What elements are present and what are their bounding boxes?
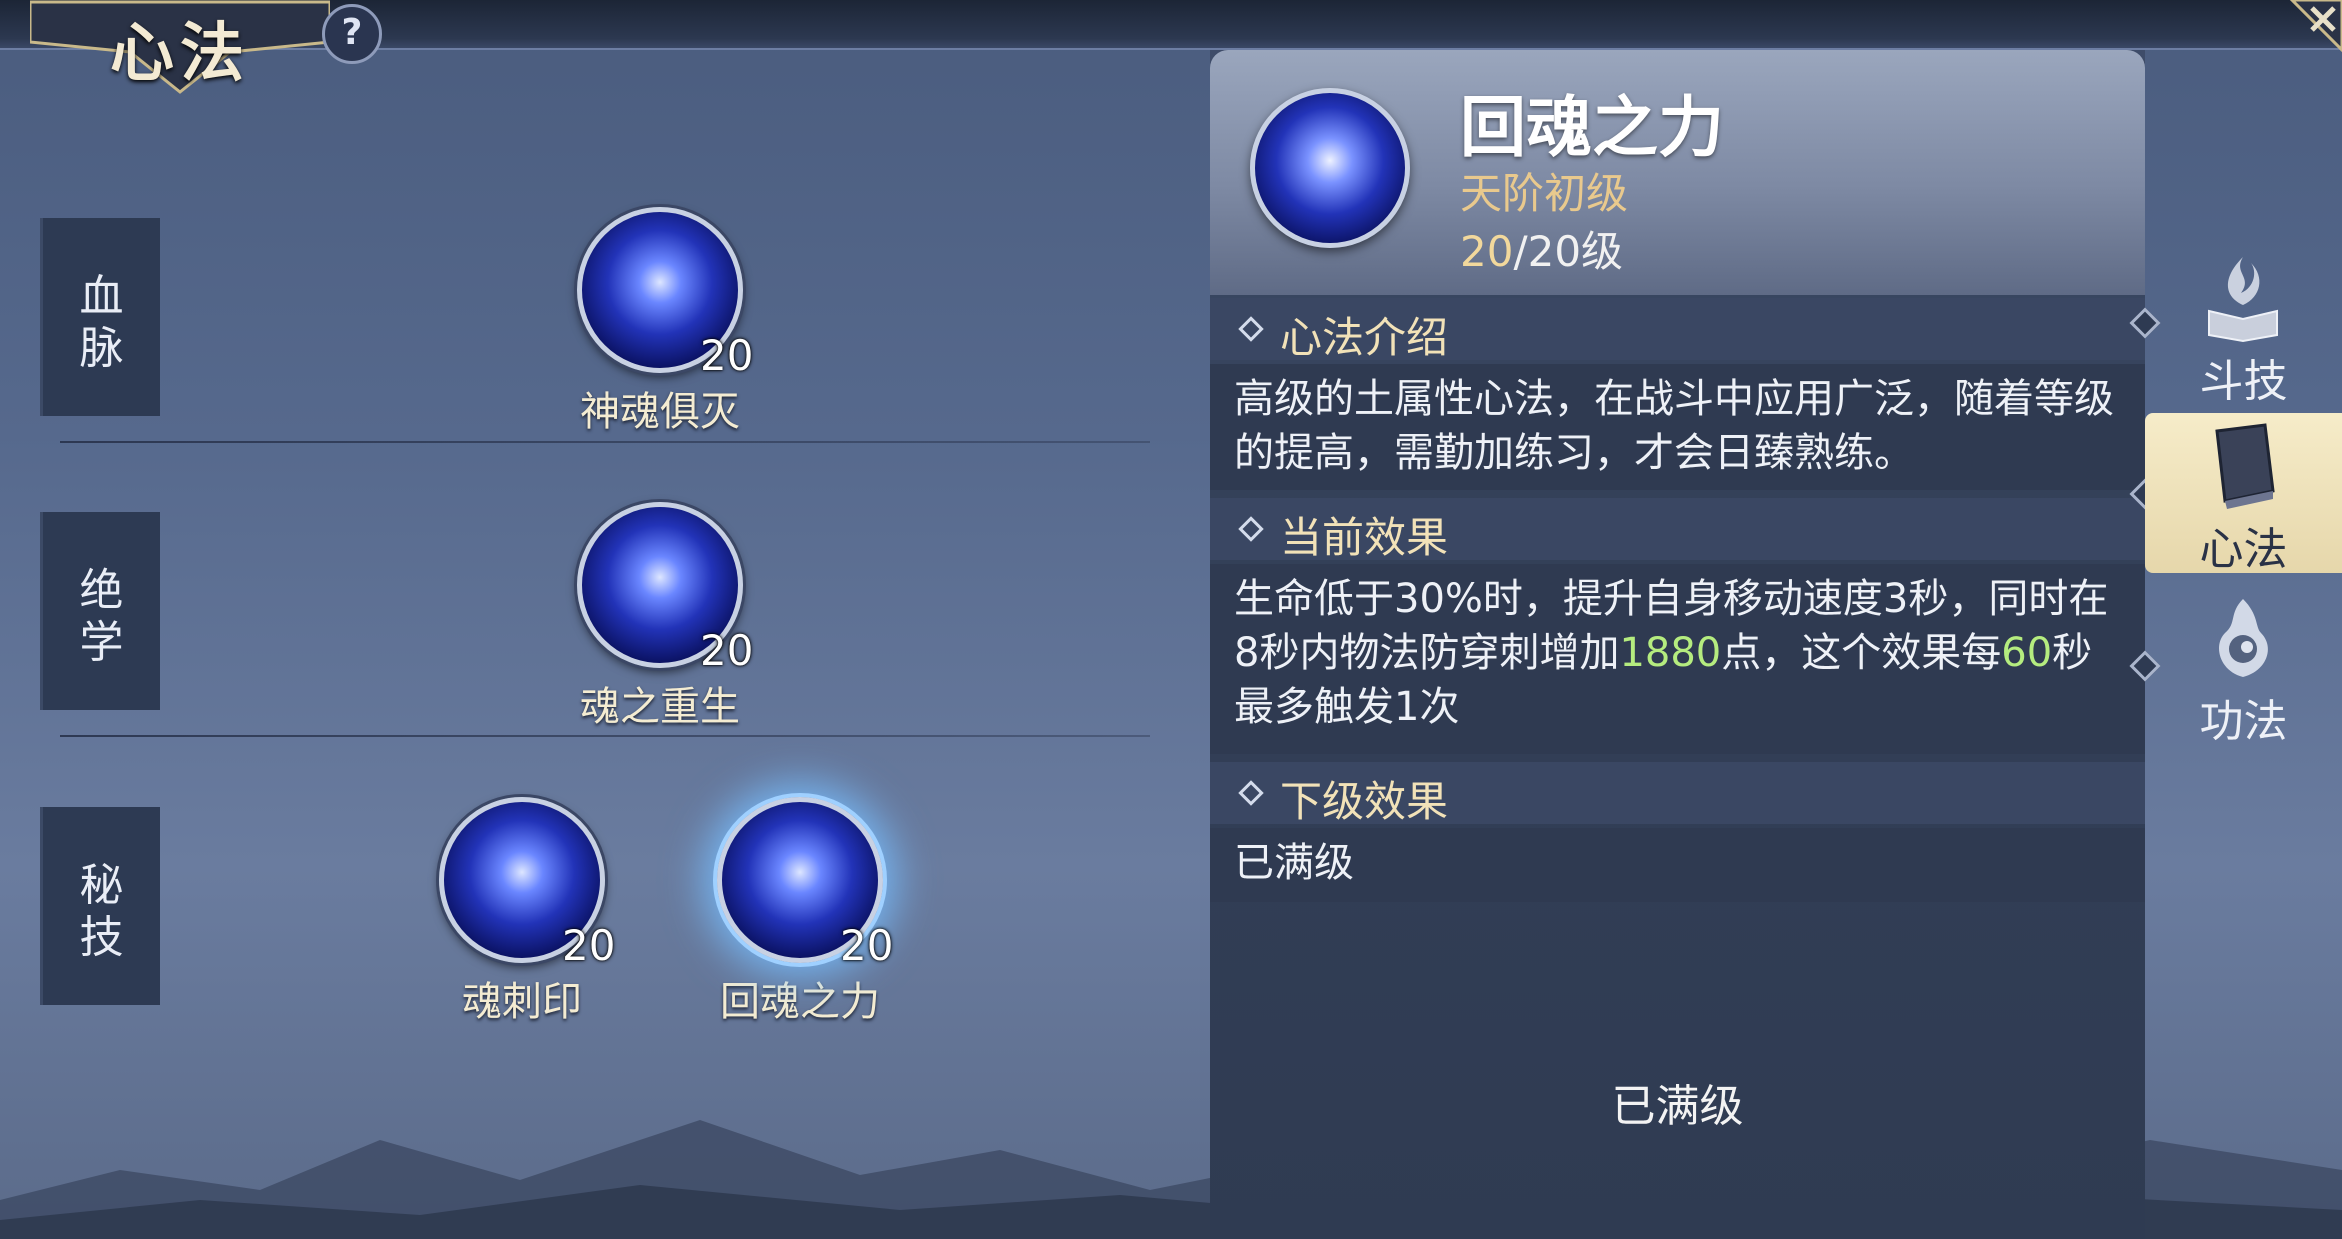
skill-level: 20 xyxy=(700,626,754,675)
book-icon xyxy=(2215,423,2275,509)
row-divider xyxy=(60,441,1150,443)
skill-level: 20 xyxy=(840,921,894,970)
detail-header: 回魂之力 天阶初级 20/20级 xyxy=(1210,50,2145,295)
skill-hun-zhi-chongsheng[interactable]: 20 魂之重生 xyxy=(520,502,800,732)
skill-name: 魂刺印 xyxy=(462,979,582,1025)
page-title: 心法 xyxy=(110,16,250,91)
tab-gongfa[interactable]: 功法 xyxy=(2145,585,2342,747)
row-label-ultimate: 绝 学 xyxy=(40,512,160,710)
diamond-icon xyxy=(1238,516,1264,542)
skill-detail-panel: 回魂之力 天阶初级 20/20级 心法介绍 高级的土属性心法，在战斗中应用广泛，… xyxy=(1210,50,2145,1239)
row-label-secret: 秘 技 xyxy=(40,807,160,1005)
section-heading-next-effect: 下级效果 xyxy=(1210,762,2145,826)
detail-grade: 天阶初级 xyxy=(1460,169,1629,218)
skill-name: 回魂之力 xyxy=(720,979,880,1025)
detail-title: 回魂之力 xyxy=(1460,88,1724,166)
section-body-current-effect: 生命低于30%时，提升自身移动速度3秒，同时在8秒内物法防穿刺增加1880点，这… xyxy=(1210,564,2145,754)
close-icon[interactable] xyxy=(2272,0,2342,70)
max-level-status: 已满级 xyxy=(1611,1081,1744,1132)
skill-hun-ci-yin[interactable]: 20 魂刺印 xyxy=(382,797,662,1027)
skill-level: 20 xyxy=(700,331,754,380)
skill-huihun-zhili[interactable]: 20 回魂之力 xyxy=(660,797,940,1027)
diamond-icon xyxy=(1238,780,1264,806)
row-label-bloodline: 血 脉 xyxy=(40,218,160,416)
row-divider xyxy=(60,735,1150,737)
section-heading-current-effect: 当前效果 xyxy=(1210,498,2145,562)
section-body-next-effect: 已满级 xyxy=(1210,828,2145,902)
section-heading-intro: 心法介绍 xyxy=(1210,298,2145,362)
tab-douji[interactable]: 斗技 xyxy=(2145,245,2342,407)
tab-xinfa[interactable]: 心法 xyxy=(2145,413,2342,575)
diamond-icon xyxy=(1238,316,1264,342)
flame-swirl-icon xyxy=(2219,599,2268,677)
flaming-book-icon xyxy=(2208,257,2278,343)
help-button[interactable]: ? xyxy=(322,4,382,64)
skill-name: 魂之重生 xyxy=(580,684,740,730)
section-body-intro: 高级的土属性心法，在战斗中应用广泛，随着等级的提高，需勤加练习，才会日臻熟练。 xyxy=(1210,364,2145,490)
detail-level: 20/20级 xyxy=(1460,227,1624,276)
shield-spirit-icon xyxy=(1250,88,1410,248)
skill-name: 神魂俱灭 xyxy=(580,389,740,435)
skill-shenhun-jumie[interactable]: 20 神魂俱灭 xyxy=(520,207,800,437)
skill-level: 20 xyxy=(562,921,616,970)
